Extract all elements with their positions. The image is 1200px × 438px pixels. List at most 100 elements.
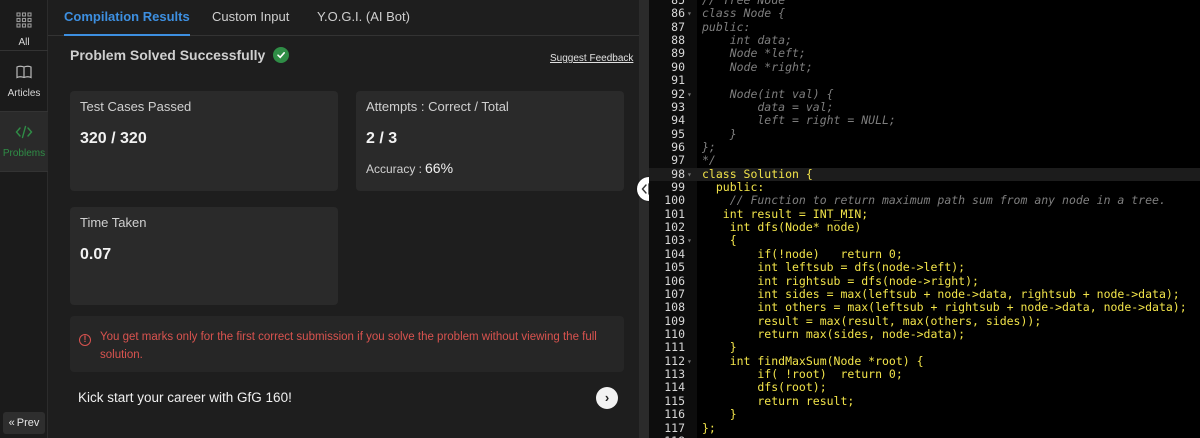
code-text: // Function to return maximum path sum f… (702, 193, 1166, 208)
prev-button-label: Prev (16, 417, 40, 429)
line-number: 111 (664, 340, 685, 355)
code-line[interactable]: 92 ▾ Node(int val) { (649, 87, 1200, 101)
code-text: }; (702, 420, 716, 435)
line-number: 87 (671, 19, 685, 34)
alert-circle-icon: ! (79, 334, 91, 346)
code-text: result = max(result, max(others, sides))… (702, 313, 1042, 328)
time-taken-card: Time Taken 0.07 (70, 207, 338, 305)
fold-arrow-icon[interactable]: ▾ (687, 7, 695, 20)
accuracy-value: 66% (425, 160, 454, 176)
code-text: int data; (702, 33, 793, 48)
panel-splitter[interactable] (639, 0, 649, 438)
line-number: 115 (664, 393, 685, 408)
code-line[interactable]: 94 left = right = NULL; (649, 113, 1200, 128)
code-editor[interactable]: 85// Tree Node 86 ▾ class Node {87 public: 88… (649, 0, 1200, 438)
line-number: 94 (671, 113, 685, 128)
code-line[interactable]: 115 return result; (649, 393, 1200, 408)
attempts-label: Attempts : Correct / Total (366, 99, 509, 114)
code-text: int dfs(Node* node) (702, 220, 862, 235)
code-text: int others = max(leftsub + rightsub + no… (702, 300, 1187, 315)
code-line[interactable]: 99 public: (649, 180, 1200, 195)
tab-custom-input[interactable]: Custom Input (212, 0, 289, 36)
code-text: public: (702, 180, 765, 195)
suggest-feedback-link[interactable]: Suggest Feedback (550, 53, 633, 64)
code-line[interactable]: 96}; (649, 139, 1200, 154)
code-line[interactable]: 98 ▾ class Solution { (649, 166, 1200, 182)
code-line[interactable]: 116 } (649, 407, 1200, 421)
line-number: 98 (671, 166, 685, 181)
code-line[interactable]: 103 ▾ { (649, 233, 1200, 248)
grid-icon (16, 12, 32, 33)
code-line[interactable]: 104 if(!node) return 0; (649, 246, 1200, 261)
code-line[interactable]: 111 } (649, 340, 1200, 355)
code-icon (15, 125, 33, 144)
fold-arrow-icon[interactable]: ▾ (687, 168, 695, 181)
code-line[interactable]: 97 */ (649, 153, 1200, 167)
time-taken-value: 0.07 (80, 246, 112, 263)
results-tabs: Compilation Results Custom Input Y.O.G.I… (48, 0, 639, 36)
line-number: 103 (664, 233, 685, 248)
test-cases-card: Test Cases Passed 320 / 320 (70, 91, 338, 191)
code-line[interactable]: 105 int leftsub = dfs(node->left); (649, 260, 1200, 274)
nav-item-all[interactable]: All (0, 0, 48, 60)
code-text: left = right = NULL; (702, 113, 896, 128)
code-text: int rightsub = dfs(node->right); (702, 273, 979, 288)
line-number: 110 (664, 327, 685, 341)
code-line[interactable]: 90 Node *right; (649, 59, 1200, 74)
code-line[interactable]: 102 int dfs(Node* node) (649, 220, 1200, 235)
code-line[interactable]: 107 int sides = max(leftsub + node->data… (649, 286, 1200, 301)
code-text: int sides = max(leftsub + node->data, ri… (702, 286, 1180, 301)
code-text: return max(sides, node->data); (702, 327, 966, 341)
code-line[interactable]: 95 } (649, 127, 1200, 141)
time-taken-label: Time Taken (80, 215, 147, 230)
code-line[interactable]: 112 ▾ int findMaxSum(Node *root) { (649, 354, 1200, 368)
fold-arrow-icon[interactable]: ▾ (687, 234, 695, 247)
code-text: }; (702, 139, 716, 154)
fold-arrow-icon[interactable]: ▾ (687, 88, 695, 101)
line-number: 113 (664, 367, 685, 382)
code-line[interactable]: 93 data = val; (649, 99, 1200, 114)
line-number: 99 (671, 180, 685, 195)
prev-button[interactable]: « Prev (3, 412, 45, 434)
code-line[interactable]: 113 if( !root) return 0; (649, 367, 1200, 382)
check-circle-icon (273, 47, 290, 63)
code-line[interactable]: 86 ▾ class Node { (649, 6, 1200, 21)
chevron-right-icon: › (604, 390, 610, 405)
code-text: Node *right; (702, 59, 813, 74)
fold-arrow-icon[interactable]: ▾ (687, 355, 695, 368)
nav-item-all-label: All (18, 37, 30, 48)
code-line[interactable]: 88 int data; (649, 33, 1200, 48)
code-line[interactable]: 110 return max(sides, node->data); (649, 327, 1200, 341)
code-line[interactable]: 106 int rightsub = dfs(node->right); (649, 273, 1200, 288)
code-line[interactable]: 100 // Function to return maximum path s… (649, 193, 1200, 208)
code-text: if( !root) return 0; (702, 367, 903, 382)
line-number: 101 (664, 206, 685, 221)
code-line[interactable]: 87 public: (649, 19, 1200, 34)
nav-item-problems-label: Problems (2, 148, 46, 159)
tab-compilation-results[interactable]: Compilation Results (64, 0, 190, 36)
rail-divider (0, 50, 48, 51)
code-text: public: (702, 19, 751, 34)
book-icon (16, 65, 32, 84)
code-line[interactable]: 108 int others = max(leftsub + rightsub … (649, 300, 1200, 315)
code-line[interactable]: 89 Node *left; (649, 47, 1200, 61)
code-line[interactable]: 114 dfs(root); (649, 380, 1200, 395)
nav-item-articles[interactable]: Articles (0, 52, 48, 112)
promo-next-button[interactable]: › (596, 387, 618, 409)
code-line[interactable]: 91 (649, 73, 1200, 87)
line-number: 93 (671, 99, 685, 114)
tab-yogi-ai-bot[interactable]: Y.O.G.I. (AI Bot) (317, 0, 410, 36)
code-text: int result = INT_MIN; (702, 206, 869, 221)
code-text: { (702, 233, 737, 248)
code-text: } (702, 340, 737, 355)
code-text: if(!node) return 0; (702, 246, 903, 261)
nav-item-problems[interactable]: Problems (0, 112, 48, 172)
accuracy-label: Accuracy : (366, 162, 423, 176)
code-text: return result; (702, 393, 855, 408)
code-line[interactable]: 117}; (649, 420, 1200, 435)
line-number: 114 (664, 380, 685, 395)
line-number: 104 (664, 246, 685, 261)
code-line[interactable]: 101 int result = INT_MIN; (649, 206, 1200, 221)
line-number: 86 (671, 6, 685, 21)
code-line[interactable]: 109 result = max(result, max(others, sid… (649, 313, 1200, 328)
